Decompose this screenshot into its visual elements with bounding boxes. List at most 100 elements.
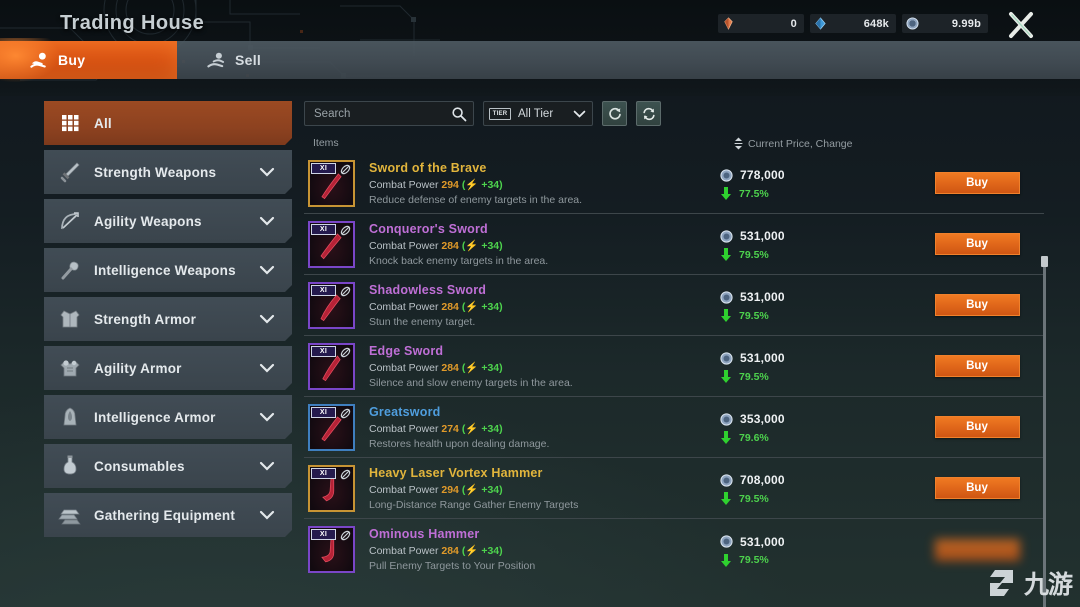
item-name[interactable]: Edge Sword [369, 344, 720, 358]
item-price-cell: 531,000 79.5% [720, 288, 910, 322]
sidebar-item-strength-armor-label: Strength Armor [94, 311, 197, 327]
potion-icon [56, 452, 84, 480]
close-icon[interactable] [1006, 10, 1036, 40]
currency-ruby[interactable]: 0 [718, 14, 804, 33]
item-buy-cell: Buy [910, 477, 1044, 499]
item-name[interactable]: Ominous Hammer [369, 527, 720, 541]
sidebar-item-strength-weapons[interactable]: Strength Weapons [44, 150, 292, 194]
table-row[interactable]: XI Greatsword Combat Power 274 (⚡ +34) R… [304, 397, 1044, 458]
item-buy-cell: Buy [910, 172, 1044, 194]
item-description: Long-Distance Range Gather Enemy Targets [369, 498, 579, 511]
item-price-row: 531,000 [720, 290, 910, 304]
sidebar-item-intelligence-weapons[interactable]: Intelligence Weapons [44, 248, 292, 292]
item-price-value: 708,000 [740, 473, 785, 487]
sidebar-item-all-label: All [94, 115, 112, 131]
chevron-down-icon [259, 510, 275, 520]
item-price-cell: 708,000 79.5% [720, 471, 910, 505]
item-icon[interactable]: XI [308, 159, 355, 207]
item-price-cell: 778,000 77.5% [720, 166, 910, 200]
currency-diamond[interactable]: 648k [810, 14, 896, 33]
sidebar-item-all[interactable]: All [44, 101, 292, 145]
item-stat: Combat Power 274 (⚡ +34) [369, 422, 503, 435]
item-info-cell: Sword of the Brave Combat Power 294 (⚡ +… [360, 161, 720, 206]
buy-button[interactable]: Buy [934, 416, 1020, 438]
item-change-value: 79.5% [739, 492, 769, 505]
silver-coin-icon [720, 168, 733, 182]
refresh-button[interactable] [602, 101, 627, 126]
plate-armor-icon [56, 305, 84, 333]
currency-coin[interactable]: 9.99b [902, 14, 988, 33]
item-description: Reduce defense of enemy targets in the a… [369, 193, 583, 206]
item-name[interactable]: Shadowless Sword [369, 283, 720, 297]
item-icon[interactable]: XI [308, 526, 355, 573]
tab-sell[interactable]: Sell [177, 41, 297, 79]
sidebar-item-gathering-equipment-label: Gathering Equipment [94, 507, 236, 523]
chevron-down-icon [259, 265, 275, 275]
table-row[interactable]: XI Sword of the Brave Combat Power 294 (… [304, 153, 1044, 214]
ingot-icon [56, 501, 84, 529]
item-change-row: 79.5% [720, 248, 910, 261]
item-name[interactable]: Heavy Laser Vortex Hammer [369, 466, 720, 480]
column-header-price[interactable]: Current Price, Change [734, 137, 852, 150]
item-name[interactable]: Greatsword [369, 405, 720, 419]
item-icon[interactable]: XI [308, 220, 355, 268]
chevron-down-icon [259, 412, 275, 422]
table-row[interactable]: XI Edge Sword Combat Power 284 (⚡ +34) S… [304, 336, 1044, 397]
search-icon[interactable] [451, 106, 467, 122]
list-scrollbar-track[interactable] [1043, 258, 1046, 607]
window-header: Trading House 0 648k 9.99b Buy Sell [0, 0, 1080, 96]
sidebar-item-strength-armor[interactable]: Strength Armor [44, 297, 292, 341]
item-list[interactable]: XI Sword of the Brave Combat Power 294 (… [304, 153, 1044, 607]
table-row[interactable]: XI Ominous Hammer Combat Power 284 (⚡ +3… [304, 519, 1044, 580]
tier-badge: TIER [489, 107, 511, 120]
sidebar-item-intelligence-armor[interactable]: Intelligence Armor [44, 395, 292, 439]
item-tier-badge: XI [311, 345, 336, 357]
item-info-cell: Conqueror's Sword Combat Power 284 (⚡ +3… [360, 222, 720, 267]
search-box[interactable] [304, 101, 474, 126]
arrow-down-icon [721, 553, 731, 567]
item-tier-badge: XI [311, 467, 336, 479]
item-icon[interactable]: XI [308, 403, 355, 451]
sidebar-item-consumables-label: Consumables [94, 458, 185, 474]
enhancement-icon [340, 469, 351, 479]
item-price-cell: 531,000 79.5% [720, 227, 910, 261]
watermark: 九游 [987, 565, 1073, 601]
item-stat: Combat Power 284 (⚡ +34) [369, 239, 503, 252]
staff-icon [56, 256, 84, 284]
item-name[interactable]: Sword of the Brave [369, 161, 720, 175]
sidebar-item-gathering-equipment[interactable]: Gathering Equipment [44, 493, 292, 537]
buy-button[interactable]: Buy [934, 355, 1020, 377]
tab-buy[interactable]: Buy [0, 38, 177, 82]
buy-button[interactable]: Buy [934, 477, 1020, 499]
item-tier-badge: XI [311, 406, 336, 418]
buy-button[interactable]: Buy [934, 294, 1020, 316]
market-toolbar: TIER All Tier [304, 101, 661, 126]
search-input[interactable] [314, 107, 447, 120]
buy-button[interactable]: Buy [934, 538, 1020, 561]
item-tier-badge: XI [311, 162, 336, 174]
tier-filter-dropdown[interactable]: TIER All Tier [483, 101, 593, 126]
item-description: Stun the enemy target. [369, 315, 476, 328]
robe-icon [56, 403, 84, 431]
buy-button[interactable]: Buy [934, 233, 1020, 255]
table-row[interactable]: XI Shadowless Sword Combat Power 284 (⚡ … [304, 275, 1044, 336]
list-scrollbar-thumb[interactable] [1041, 256, 1048, 267]
tier-filter-value: All Tier [518, 107, 554, 120]
item-info-cell: Greatsword Combat Power 274 (⚡ +34) Rest… [360, 405, 720, 450]
sidebar-item-agility-weapons[interactable]: Agility Weapons [44, 199, 292, 243]
item-icon[interactable]: XI [308, 342, 355, 390]
buy-button[interactable]: Buy [934, 172, 1020, 194]
table-row[interactable]: XI Heavy Laser Vortex Hammer Combat Powe… [304, 458, 1044, 519]
table-row[interactable]: XI Conqueror's Sword Combat Power 284 (⚡… [304, 214, 1044, 275]
item-price-value: 531,000 [740, 351, 785, 365]
item-icon-cell: XI [304, 281, 360, 329]
arrow-down-icon [721, 492, 731, 505]
item-tier-badge: XI [311, 223, 336, 235]
window-body: All Strength Weapons Agility Weapons Int… [0, 96, 1080, 607]
item-icon[interactable]: XI [308, 464, 355, 512]
item-name[interactable]: Conqueror's Sword [369, 222, 720, 236]
sidebar-item-agility-armor[interactable]: Agility Armor [44, 346, 292, 390]
sync-button[interactable] [636, 101, 661, 126]
sidebar-item-consumables[interactable]: Consumables [44, 444, 292, 488]
item-icon[interactable]: XI [308, 281, 355, 329]
